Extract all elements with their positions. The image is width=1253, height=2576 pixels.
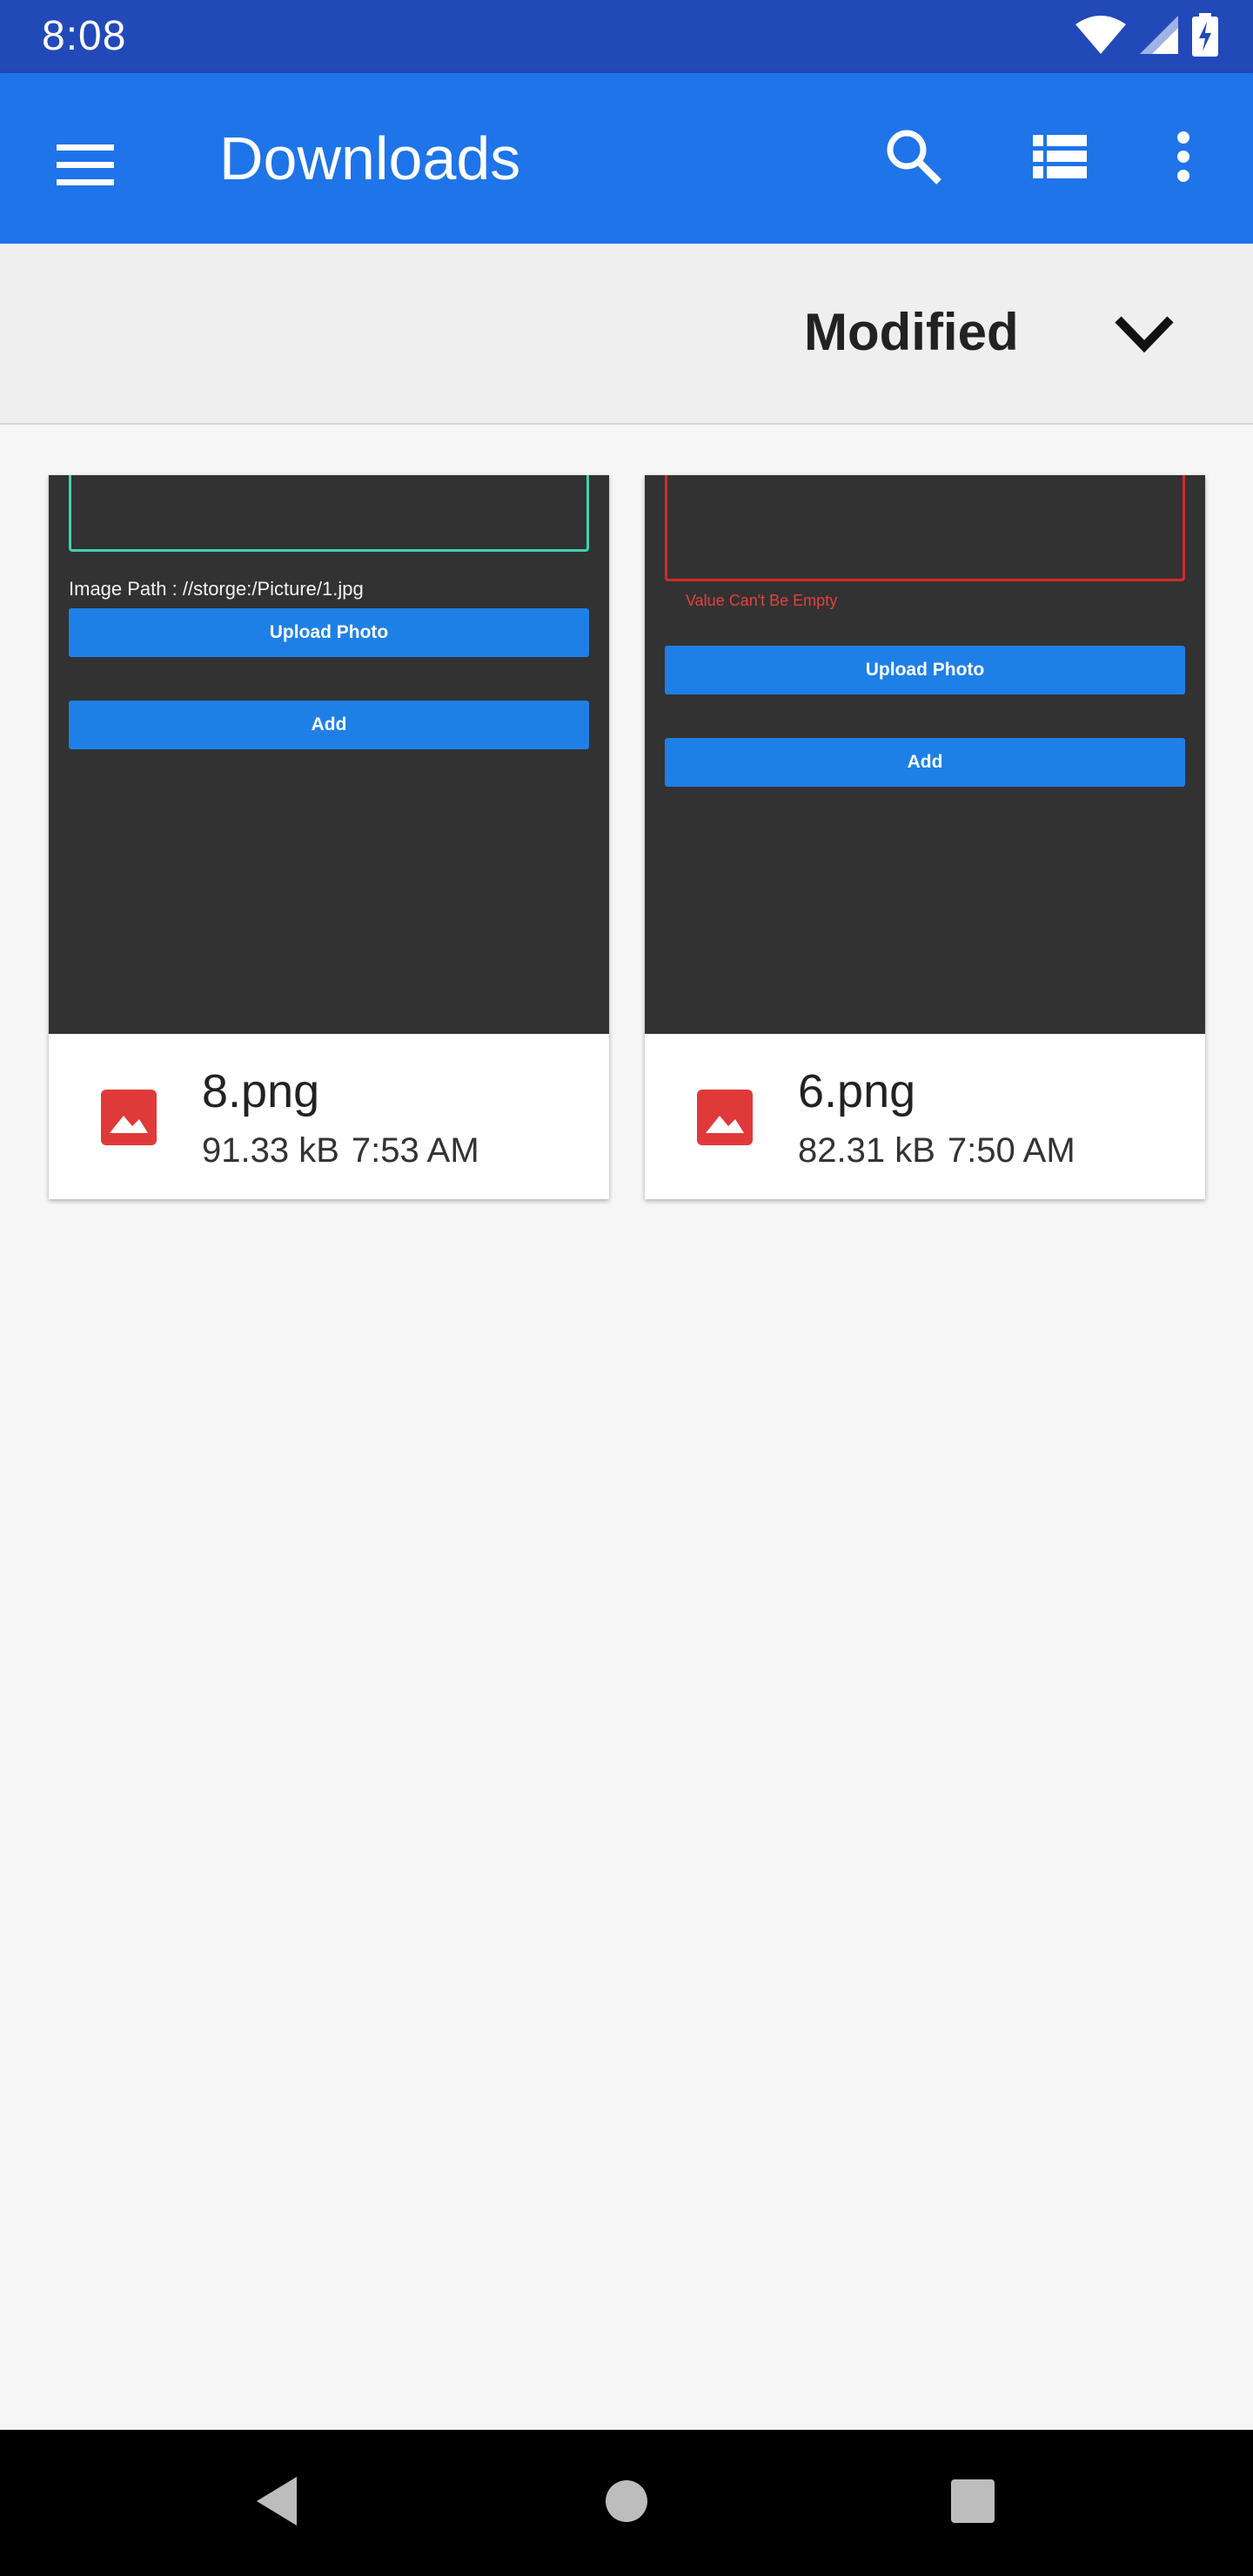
- preview-add-button: Add: [665, 738, 1185, 787]
- file-card[interactable]: Image Path : //storge:/Picture/1.jpg Upl…: [49, 475, 609, 1199]
- preview-add-button: Add: [69, 701, 589, 749]
- signal-icon: [1140, 15, 1178, 58]
- sort-label[interactable]: Modified: [804, 298, 1019, 367]
- preview-input-box-error: [665, 475, 1185, 581]
- menu-icon: [57, 144, 114, 191]
- file-meta: 91.33 kB 7:53 AM: [202, 1128, 479, 1173]
- sort-bar[interactable]: Modified: [0, 244, 1253, 425]
- navigation-bar: [0, 2430, 1253, 2576]
- status-icons: [1075, 12, 1218, 61]
- search-button[interactable]: [870, 115, 957, 202]
- preview-path-text: Image Path : //storge:/Picture/1.jpg: [69, 578, 364, 600]
- menu-button[interactable]: [44, 125, 127, 209]
- file-time: 7:53 AM: [351, 1131, 479, 1170]
- home-icon: [604, 2479, 649, 2528]
- file-name: 8.png: [202, 1065, 320, 1117]
- recents-icon: [949, 2478, 996, 2529]
- file-time: 7:50 AM: [947, 1131, 1075, 1170]
- file-thumbnail: Value Can't Be Empty Upload Photo Add: [645, 475, 1205, 1034]
- more-vert-icon: [1176, 131, 1190, 187]
- file-info: 6.png 82.31 kB 7:50 AM: [645, 1034, 1205, 1199]
- status-time: 8:08: [42, 13, 127, 59]
- app-bar: Downloads: [0, 73, 1253, 244]
- recents-button[interactable]: [929, 2459, 1016, 2546]
- back-button[interactable]: [233, 2459, 320, 2546]
- home-button[interactable]: [583, 2459, 670, 2546]
- list-view-button[interactable]: [1016, 115, 1103, 202]
- image-icon: [101, 1090, 157, 1145]
- file-size: 91.33 kB: [202, 1131, 339, 1170]
- more-options-button[interactable]: [1149, 115, 1218, 202]
- preview-error-text: Value Can't Be Empty: [686, 592, 838, 609]
- page-title: Downloads: [219, 124, 521, 192]
- file-card[interactable]: Value Can't Be Empty Upload Photo Add 6.…: [645, 475, 1205, 1199]
- back-icon: [253, 2475, 300, 2532]
- list-view-icon: [1033, 134, 1087, 183]
- file-meta: 82.31 kB 7:50 AM: [798, 1128, 1075, 1173]
- file-info: 8.png 91.33 kB 7:53 AM: [49, 1034, 609, 1199]
- chevron-down-icon[interactable]: [1114, 315, 1175, 358]
- preview-upload-button: Upload Photo: [69, 608, 589, 657]
- file-thumbnail: Image Path : //storge:/Picture/1.jpg Upl…: [49, 475, 609, 1034]
- battery-charging-icon: [1192, 12, 1218, 61]
- search-icon: [885, 128, 942, 190]
- status-bar: 8:08: [0, 0, 1253, 73]
- preview-input-box: [69, 475, 589, 552]
- preview-upload-button: Upload Photo: [665, 646, 1185, 694]
- file-name: 6.png: [798, 1065, 916, 1117]
- file-size: 82.31 kB: [798, 1131, 935, 1170]
- wifi-icon: [1075, 15, 1126, 58]
- image-icon: [697, 1090, 753, 1145]
